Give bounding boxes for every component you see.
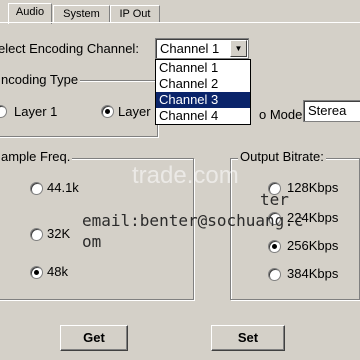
mode-value: Sterea: [308, 103, 347, 118]
chevron-down-icon[interactable]: ▼: [230, 40, 247, 57]
freq-32k-label: 32K: [47, 226, 71, 241]
mode-label: o Mode: [259, 107, 303, 122]
tab-ip-out[interactable]: IP Out: [110, 5, 160, 23]
dropdown-option-channel-4[interactable]: Channel 4: [156, 108, 250, 124]
watermark-line-1: ter: [260, 190, 289, 209]
radio-384kbps[interactable]: [268, 268, 281, 281]
radio-256kbps[interactable]: [268, 240, 281, 253]
encoding-channel-select[interactable]: Channel 1 ▼: [155, 38, 249, 59]
dropdown-option-channel-1[interactable]: Channel 1: [156, 60, 250, 76]
bitrate-128-label: 128Kbps: [287, 180, 339, 195]
freq-48k-label: 48k: [47, 264, 68, 279]
dropdown-option-channel-3[interactable]: Channel 3: [156, 92, 250, 108]
freq-44-1k-label: 44.1k: [47, 180, 79, 195]
output-bitrate-title: Output Bitrate:: [238, 149, 326, 164]
encoding-channel-dropdown[interactable]: Channel 1 Channel 2 Channel 3 Channel 4: [155, 59, 251, 125]
layer-1-label: Layer 1: [14, 104, 58, 119]
set-button[interactable]: Set: [211, 325, 285, 351]
encoding-channel-value: Channel 1: [160, 41, 220, 56]
watermark-line-3: om: [82, 232, 102, 251]
layer-2-label: Layer: [118, 104, 151, 119]
tab-audio[interactable]: Audio: [8, 3, 52, 24]
watermark-line-2: email:benter@sochuang.c: [82, 211, 304, 230]
encoding-type-title: ncoding Type: [0, 72, 81, 87]
sample-freq-title: ample Freq.: [0, 149, 73, 164]
bitrate-384-label: 384Kbps: [287, 266, 339, 281]
radio-32k[interactable]: [30, 228, 43, 241]
bitrate-256-label: 256Kbps: [287, 238, 339, 253]
encoding-channel-label: elect Encoding Channel:: [0, 41, 139, 56]
dropdown-option-channel-2[interactable]: Channel 2: [156, 76, 250, 92]
radio-44-1k[interactable]: [30, 182, 43, 195]
tab-divider: [0, 22, 360, 23]
tab-system[interactable]: System: [53, 5, 110, 23]
radio-layer-2[interactable]: [101, 105, 114, 118]
radio-48k[interactable]: [30, 266, 43, 279]
mode-select[interactable]: Sterea: [303, 100, 360, 122]
watermark-site: trade.com: [132, 162, 239, 189]
get-button[interactable]: Get: [60, 325, 128, 351]
